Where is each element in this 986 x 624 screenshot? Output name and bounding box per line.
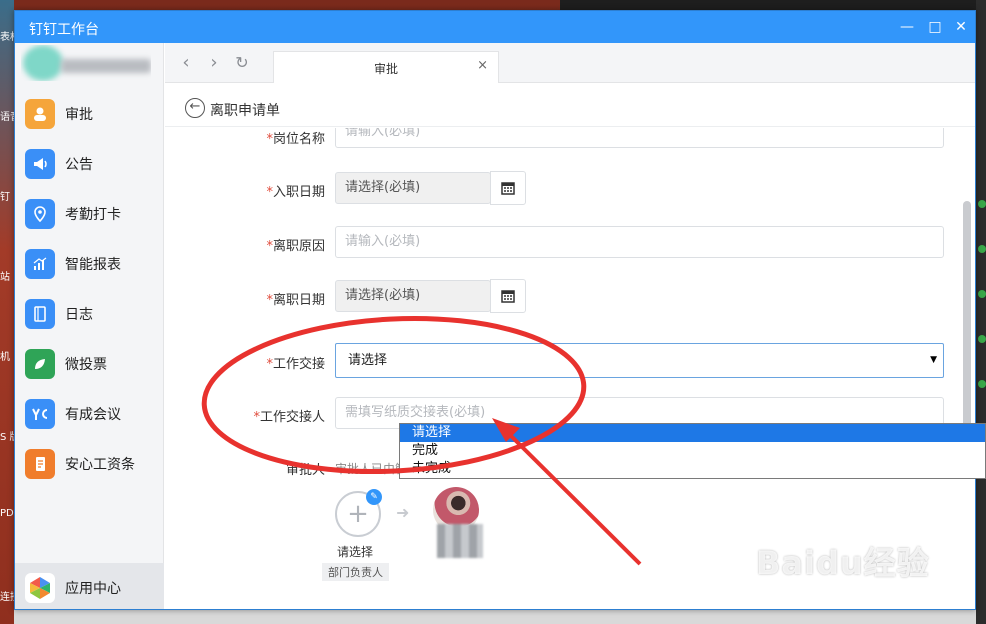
sidebar-item-label: 考勤打卡 [65, 207, 121, 223]
tray-status-dot [978, 200, 986, 208]
desktop-icon-label: 机 [0, 352, 10, 363]
meeting-icon [25, 399, 55, 429]
notebook-icon [25, 299, 55, 329]
arrow-left-circle-icon[interactable]: ← [185, 98, 205, 118]
tray-status-dot [978, 290, 986, 298]
sidebar-item-label: 安心工资条 [65, 457, 135, 473]
calendar-icon[interactable] [490, 279, 526, 313]
desktop-icon-label: S 版 [0, 432, 14, 443]
dropdown-option[interactable]: 未完成 [400, 460, 985, 478]
caret-down-icon: ▼ [930, 355, 937, 365]
department-head-tag: 部门负责人 [322, 563, 389, 581]
desktop-icon-label: 站 [0, 272, 10, 283]
minimize-icon[interactable]: — [897, 17, 917, 37]
handover-dropdown-list: 请选择 完成 未完成 [399, 423, 986, 479]
sidebar-item-label: 有成会议 [65, 407, 121, 423]
desktop-icon-label: 表格 [0, 32, 14, 43]
sidebar-item-label: 审批 [65, 107, 93, 123]
approval-icon [25, 99, 55, 129]
position-name-input[interactable]: 请输入(必填) [335, 128, 944, 148]
select-value: 请选择 [348, 353, 388, 368]
sidebar: 审批 公告 考勤打卡 智能报表 日志 微投票 有成会议 安心工资条 应用中心 [15, 43, 164, 609]
sidebar-item-vote[interactable]: 微投票 [15, 339, 164, 389]
desktop-icon-label: 语音 [0, 112, 14, 123]
field-label-entry-date: *入职日期 [266, 185, 325, 200]
sidebar-item-approval[interactable]: 审批 [15, 89, 164, 139]
navigation-bar: ‹ › ↻ 审批 × [165, 43, 975, 83]
dropdown-option[interactable]: 请选择 [400, 424, 985, 442]
page-title: 离职申请单 [210, 103, 280, 119]
megaphone-icon [25, 149, 55, 179]
field-label-position: *岗位名称 [266, 132, 325, 147]
desktop-icon-label: PD [0, 508, 14, 519]
page-header: ← 离职申请单 [165, 83, 975, 127]
handover-status-select[interactable]: 请选择 ▼ [335, 343, 944, 378]
payslip-icon [25, 449, 55, 479]
vote-leaf-icon [25, 349, 55, 379]
tab-close-icon[interactable]: × [477, 58, 488, 73]
location-pin-icon [25, 199, 55, 229]
entry-date-input[interactable]: 请选择(必填) [335, 172, 491, 204]
tab-approval[interactable]: 审批 × [273, 51, 499, 83]
calendar-icon[interactable] [490, 171, 526, 205]
back-icon[interactable]: ‹ [177, 53, 195, 73]
sidebar-item-label: 公告 [65, 157, 93, 173]
maximize-icon[interactable]: □ [925, 17, 945, 37]
sidebar-item-smart-report[interactable]: 智能报表 [15, 239, 164, 289]
baidu-jingyan-watermark: Baidu经验 jingyan.baidu.com [756, 538, 930, 594]
title-bar[interactable]: 钉钉工作台 — □ ✕ [15, 11, 975, 43]
sidebar-item-payslip[interactable]: 安心工资条 [15, 439, 164, 489]
sidebar-item-log[interactable]: 日志 [15, 289, 164, 339]
sidebar-item-attendance[interactable]: 考勤打卡 [15, 189, 164, 239]
sidebar-item-label: 日志 [65, 307, 93, 323]
sidebar-item-meeting[interactable]: 有成会议 [15, 389, 164, 439]
refresh-icon[interactable]: ↻ [233, 53, 251, 73]
dropdown-option[interactable]: 完成 [400, 442, 985, 460]
edit-pencil-icon[interactable]: ✎ [366, 489, 382, 505]
tray-status-dot [978, 380, 986, 388]
desktop-icon-label: 钉 [0, 192, 10, 203]
arrow-right-icon: ➜ [396, 503, 410, 522]
window-title: 钉钉工作台 [29, 22, 99, 38]
sidebar-item-label: 微投票 [65, 357, 107, 373]
sidebar-item-label: 智能报表 [65, 257, 121, 273]
close-icon[interactable]: ✕ [951, 17, 971, 37]
app-center-icon [25, 573, 55, 603]
tray-status-dot [978, 245, 986, 253]
field-label-handover: *工作交接 [266, 357, 325, 372]
user-profile-blurred[interactable] [21, 45, 151, 81]
desktop-right-panel [976, 0, 986, 624]
sidebar-item-app-center[interactable]: 应用中心 [15, 563, 164, 609]
sidebar-item-label: 应用中心 [65, 581, 121, 597]
sidebar-item-announcement[interactable]: 公告 [15, 139, 164, 189]
desktop-icon-label: 连接 [0, 592, 14, 603]
field-label-resign-reason: *离职原因 [266, 239, 325, 254]
desktop-background-window [14, 610, 976, 624]
desktop-background [0, 0, 14, 624]
scrollbar-thumb[interactable] [963, 201, 971, 431]
resign-reason-input[interactable]: 请输入(必填) [335, 226, 944, 258]
dingtalk-workbench-window: 钉钉工作台 — □ ✕ 审批 公告 考勤打卡 智能报表 日志 微投票 有成会议 … [14, 10, 976, 610]
choose-approver-label: 请选择 [337, 545, 374, 559]
resign-date-input[interactable]: 请选择(必填) [335, 280, 491, 312]
field-label-resign-date: *离职日期 [266, 293, 325, 308]
bar-chart-icon [25, 249, 55, 279]
field-label-approver: 审批人 [285, 463, 325, 478]
approver-name-blurred [437, 524, 483, 558]
tray-status-dot [978, 335, 986, 343]
watermark-logo: Baidu经验 [756, 544, 930, 582]
field-label-handover-person: *工作交接人 [253, 410, 325, 425]
forward-icon[interactable]: › [205, 53, 223, 73]
tab-label: 审批 [373, 62, 398, 76]
